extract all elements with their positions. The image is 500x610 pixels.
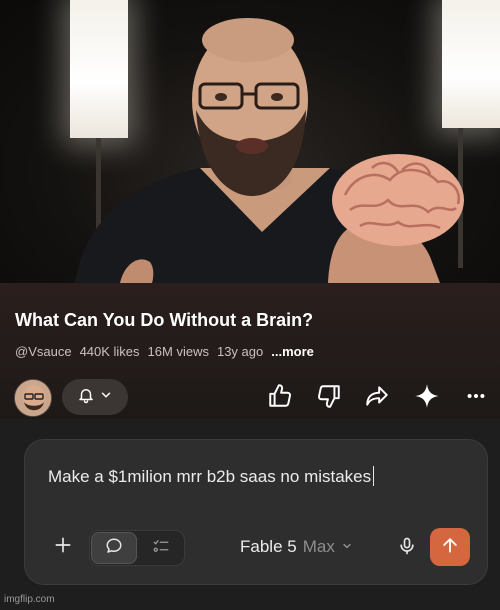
model-name: Fable 5 — [240, 537, 297, 556]
ask-ai-button[interactable] — [412, 383, 442, 413]
view-count: 16M views — [147, 344, 209, 359]
subscribe-notifications-button[interactable] — [62, 379, 128, 415]
video-frame-person — [75, 18, 464, 283]
plus-icon — [53, 535, 73, 560]
video-stats[interactable]: @Vsauce 440K likes 16M views 13y ago ...… — [15, 344, 314, 359]
more-horizontal-icon — [465, 385, 487, 412]
chevron-down-icon — [341, 537, 353, 557]
share-button[interactable] — [362, 383, 392, 413]
like-count: 440K likes — [79, 344, 140, 359]
send-button[interactable] — [430, 528, 470, 566]
dislike-button[interactable] — [314, 383, 344, 413]
checklist-icon — [152, 537, 170, 560]
video-details-panel: What Can You Do Without a Brain? @Vsauce… — [0, 283, 500, 419]
chat-bubble-icon — [105, 537, 123, 560]
channel-handle[interactable]: @Vsauce — [15, 344, 72, 359]
video-player[interactable] — [0, 0, 500, 283]
model-selector[interactable]: Fable 5 Max — [240, 537, 353, 557]
prompt-input[interactable]: Make a $1milion mrr b2b saas no mistakes — [48, 466, 375, 487]
sparkle-icon — [414, 383, 440, 414]
share-icon — [364, 383, 390, 414]
channel-avatar[interactable] — [14, 379, 52, 417]
more-options-button[interactable] — [461, 383, 491, 413]
thumbs-up-icon — [267, 383, 293, 414]
chat-mode-button[interactable] — [91, 532, 137, 564]
upload-age: 13y ago — [216, 344, 264, 359]
imgflip-watermark: imgflip.com — [4, 594, 55, 605]
bell-icon — [77, 386, 95, 409]
prompt-text: Make a $1milion mrr b2b saas no mistakes — [48, 467, 372, 486]
microphone-icon — [397, 535, 417, 562]
task-mode-button[interactable] — [139, 532, 183, 564]
model-variant: Max — [302, 537, 335, 556]
voice-input-button[interactable] — [394, 533, 420, 563]
add-attachment-button[interactable] — [50, 534, 76, 560]
chevron-down-icon — [99, 388, 113, 407]
show-more-link[interactable]: ...more — [271, 344, 314, 359]
thumbs-down-icon — [316, 383, 342, 414]
like-button[interactable] — [265, 383, 295, 413]
video-title[interactable]: What Can You Do Without a Brain? — [15, 310, 313, 331]
arrow-up-icon — [440, 535, 460, 560]
text-caret — [373, 466, 375, 486]
